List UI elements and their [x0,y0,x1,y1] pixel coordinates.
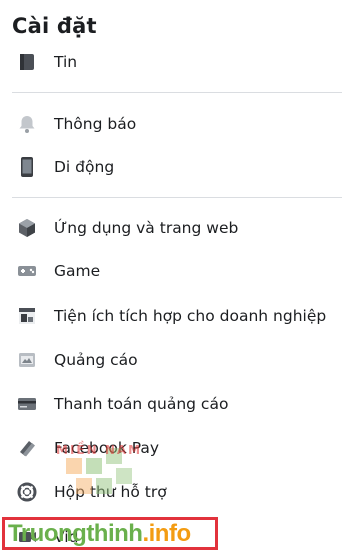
menu-item-label: Di động [54,158,115,176]
menu-item-label: Thanh toán quảng cáo [54,395,229,413]
menu-item-business-integrations[interactable]: Tiện ích tích hợp cho doanh nghiệp [12,299,342,333]
menu-item-mobile[interactable]: Di động [12,150,342,184]
pay-card-icon [14,435,40,461]
menu-item-support-inbox[interactable]: Hộp thư hỗ trợ [12,475,342,509]
phone-icon [14,154,40,180]
book-icon [14,49,40,75]
watermark-text: Truongthinh.info [8,520,191,548]
puzzle-icon [14,303,40,329]
menu-item-tin[interactable]: Tin [12,45,342,79]
menu-item-apps-websites[interactable]: Ứng dụng và trang web [12,211,342,245]
ads-icon [14,347,40,373]
menu-item-label: Thông báo [54,115,137,133]
credit-card-icon [14,391,40,417]
menu-item-label: Tiện ích tích hợp cho doanh nghiệp [54,307,327,325]
page-title: Cài đặt [12,14,97,38]
menu-item-notifications[interactable]: Thông báo [12,107,342,141]
bell-icon [14,111,40,137]
cube-icon [14,215,40,241]
menu-item-game[interactable]: Game [12,254,342,288]
gamepad-icon [14,258,40,284]
menu-item-label: Ứng dụng và trang web [54,219,239,237]
watermark-suffix: .info [142,520,191,547]
divider [12,197,342,198]
menu-item-label: Tin [54,53,78,71]
divider [12,92,342,93]
menu-item-label: Quảng cáo [54,351,138,369]
menu-item-ads[interactable]: Quảng cáo [12,343,342,377]
menu-item-label: Hộp thư hỗ trợ [54,483,167,501]
watermark-main: Truongthinh [8,520,143,547]
watermark-red-text: MIỀN NAM [56,443,143,457]
menu-item-ad-payments[interactable]: Thanh toán quảng cáo [12,387,342,421]
menu-item-label: Game [54,262,101,280]
lifebuoy-icon [14,479,40,505]
